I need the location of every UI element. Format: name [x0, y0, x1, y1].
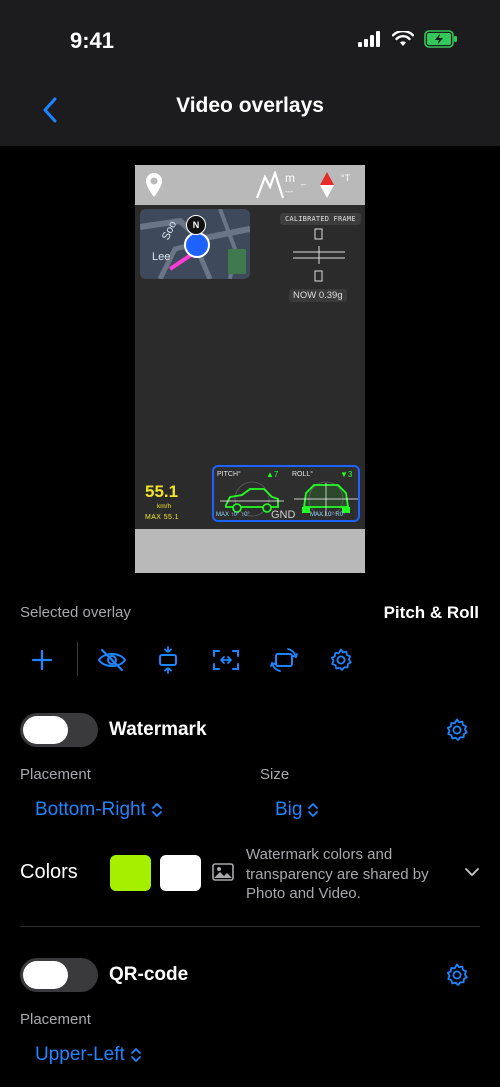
mini-map: Lee Soo N: [140, 209, 250, 279]
gear-icon: [330, 648, 352, 671]
qr-code-placement-label: Placement: [20, 1011, 91, 1028]
watermark-size-value: Big: [275, 799, 303, 820]
roll-label: ROLL°: [292, 471, 314, 478]
mountain-icon: [256, 171, 284, 199]
speed-max: MAX 55.1: [145, 514, 179, 521]
watermark-color-primary[interactable]: [110, 855, 151, 891]
qr-code-placement-value: Upper-Left: [35, 1044, 125, 1065]
watermark-settings-button[interactable]: [443, 716, 471, 744]
overlay-settings-button[interactable]: [325, 644, 357, 676]
watermark-color-secondary[interactable]: [160, 855, 201, 891]
bearing-unit: °T: [341, 173, 351, 183]
speed-unit: km/h: [157, 503, 172, 510]
resize-icon: [213, 650, 239, 670]
g-force-readout: NOW 0.39g: [289, 289, 347, 302]
add-icon: [31, 649, 53, 671]
pitch-roll-overlay[interactable]: PITCH° ▲7 ROLL° ▼3 MAX ↑0° ↓0° GND MAX L…: [212, 465, 360, 522]
rotate-icon: [270, 648, 298, 672]
preview-top-bar: m --- _ °T: [135, 165, 365, 205]
signal-icon: [358, 31, 380, 47]
page-title: Video overlays: [176, 94, 324, 117]
altitude-value: ---: [285, 187, 293, 196]
selected-overlay-value: Pitch & Roll: [383, 603, 479, 622]
overlay-preview[interactable]: m --- _ °T Lee Soo N CALIBRATED FRAME NO…: [135, 165, 365, 573]
colors-label: Colors: [20, 861, 78, 883]
chevron-down-icon[interactable]: [464, 867, 480, 877]
align-vertical-button[interactable]: [152, 644, 184, 676]
roll-value: ▼3: [340, 470, 353, 479]
altitude-dash: _: [301, 175, 307, 185]
eye-slash-icon: [97, 648, 127, 672]
watermark-title: Watermark: [109, 719, 207, 740]
up-down-chevron-icon: [130, 1048, 141, 1062]
battery-icon: [424, 30, 457, 48]
align-vertical-icon: [159, 646, 177, 674]
status-time: 9:41: [70, 28, 115, 53]
gear-icon: [446, 963, 468, 986]
toggle-knob: [23, 716, 68, 744]
calibrated-frame-label: CALIBRATED FRAME: [280, 213, 361, 225]
rotate-button[interactable]: [268, 644, 300, 676]
up-down-chevron-icon: [151, 803, 162, 817]
navigation-bar: Video overlays: [0, 80, 500, 146]
preview-bottom-bar: [135, 529, 365, 573]
status-icons: [358, 30, 458, 48]
qr-code-title: QR-code: [109, 964, 189, 985]
add-overlay-button[interactable]: [26, 644, 58, 676]
gear-icon: [446, 718, 468, 741]
watermark-colors-note: Watermark colors and transparency are sh…: [246, 846, 429, 902]
location-pin-icon: [146, 173, 162, 197]
section-divider: [20, 926, 480, 927]
toggle-knob: [23, 961, 68, 989]
crosshair-graphic: [293, 228, 345, 282]
hide-overlay-button[interactable]: [96, 644, 128, 676]
selected-overlay-label: Selected overlay: [20, 604, 131, 621]
overlay-toolbar: [0, 640, 500, 680]
qr-code-placement-picker[interactable]: Upper-Left: [35, 1044, 142, 1066]
watermark-size-picker[interactable]: Big: [275, 799, 319, 821]
bearing-arrow-icon: [320, 172, 334, 198]
resize-button[interactable]: [210, 644, 242, 676]
status-bar: 9:41: [0, 0, 500, 80]
watermark-placement-picker[interactable]: Bottom-Right: [35, 799, 163, 821]
pitch-value: ▲7: [266, 470, 279, 479]
qr-code-settings-button[interactable]: [443, 961, 471, 989]
altitude-unit: m: [285, 171, 295, 185]
wifi-icon: [392, 31, 414, 46]
pitch-max: MAX ↑0° ↓0°: [216, 512, 250, 518]
map-street-label: Lee: [152, 251, 171, 263]
roll-max: MAX L0° R0°: [310, 512, 346, 518]
compass-badge: N: [186, 215, 206, 235]
watermark-size-label: Size: [260, 766, 290, 783]
compass-letter: N: [192, 220, 200, 230]
location-dot: [184, 232, 210, 258]
ground-label: GND: [271, 509, 296, 521]
up-down-chevron-icon: [308, 803, 319, 817]
pitch-label: PITCH°: [217, 471, 241, 478]
watermark-placement-value: Bottom-Right: [35, 799, 146, 820]
qr-code-toggle[interactable]: [20, 958, 98, 992]
toolbar-separator: [77, 642, 78, 676]
image-icon[interactable]: [212, 863, 234, 881]
speed-value: 55.1: [145, 482, 179, 501]
watermark-toggle[interactable]: [20, 713, 98, 747]
watermark-placement-label: Placement: [20, 766, 91, 783]
